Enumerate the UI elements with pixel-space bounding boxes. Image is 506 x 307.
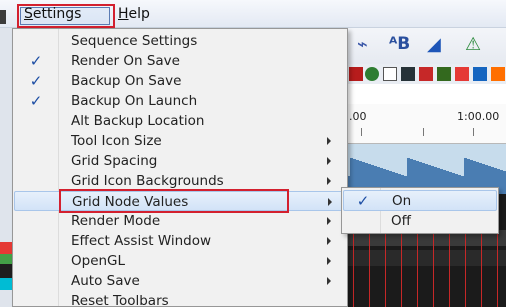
submenu-arrow-icon (327, 157, 331, 165)
submenu-arrow-icon (327, 277, 331, 285)
ruler-tick (473, 128, 474, 136)
menu-item-label: Tool Icon Size (71, 133, 162, 149)
toolbar: ⌁ ᴬB ◢ ⚠ (347, 28, 506, 64)
flow-icon[interactable]: ⌁ (357, 34, 368, 55)
help-rest: elp (128, 6, 150, 22)
checkmark-icon: ✓ (29, 52, 43, 70)
menu-item-label: Auto Save (71, 273, 140, 289)
checkmark-icon: ✓ (29, 72, 43, 90)
menu-item-auto-save[interactable]: Auto Save (14, 271, 346, 291)
effect-icon[interactable] (401, 67, 415, 81)
menu-help[interactable]: Help (118, 6, 150, 22)
effect-icon[interactable] (349, 67, 363, 81)
menu-item-grid-icon-backgrounds[interactable]: Grid Icon Backgrounds (14, 171, 346, 191)
checkmark-icon: ✓ (356, 192, 370, 210)
grid-node-values-callout-box (59, 189, 289, 213)
menu-item-grid-spacing[interactable]: Grid Spacing (14, 151, 346, 171)
menu-bar: Settings Help (0, 0, 506, 28)
ruler-tick (361, 128, 362, 136)
menu-item-label: Alt Backup Location (71, 113, 205, 129)
menu-item-label: Sequence Settings (71, 33, 198, 49)
menu-item-label: Reset Toolbars (71, 293, 169, 307)
menu-item-label: Backup On Launch (71, 93, 198, 109)
menu-item-reset-toolbars[interactable]: Reset Toolbars (14, 291, 346, 307)
submenu-item-on[interactable]: ✓ On (343, 190, 497, 211)
submenu-item-label: On (392, 193, 412, 209)
grid-line (433, 234, 434, 307)
menu-item-backup-on-save[interactable]: ✓ Backup On Save (14, 71, 346, 91)
settings-callout-box (17, 4, 115, 28)
menu-item-effect-assist-window[interactable]: Effect Assist Window (14, 231, 346, 251)
grid-line (369, 234, 370, 307)
grid-line (401, 234, 402, 307)
menu-item-tool-icon-size[interactable]: Tool Icon Size (14, 131, 346, 151)
ruler-tick (423, 128, 424, 136)
effects-toolbar (347, 64, 506, 84)
submenu-arrow-icon (327, 257, 331, 265)
menu-item-label: OpenGL (71, 253, 126, 269)
checkmark-icon: ✓ (29, 92, 43, 110)
settings-dropdown-menu: Sequence Settings ✓ Render On Save ✓ Backup … (12, 28, 348, 307)
menu-item-backup-on-launch[interactable]: ✓ Backup On Launch (14, 91, 346, 111)
grid-line (465, 234, 466, 307)
window-edge (0, 10, 6, 24)
effect-icon[interactable] (419, 67, 433, 81)
submenu-arrow-icon (328, 198, 332, 206)
grid-line (481, 234, 482, 307)
menu-item-label: Render On Save (71, 53, 180, 69)
menu-item-label: Backup On Save (71, 73, 182, 89)
submenu-arrow-icon (327, 217, 331, 225)
grid-line (449, 234, 450, 307)
effect-icon[interactable] (365, 67, 379, 81)
submenu-arrow-icon (327, 237, 331, 245)
menu-item-alt-backup-location[interactable]: Alt Backup Location (14, 111, 346, 131)
timeline-ruler[interactable]: .00 1:00.00 (347, 104, 506, 144)
tree-icon[interactable]: ⚠ (465, 34, 481, 55)
help-mnemonic: H (118, 6, 129, 22)
menu-item-label: Grid Spacing (71, 153, 158, 169)
submenu-item-label: Off (391, 213, 411, 229)
effect-icon[interactable] (455, 67, 469, 81)
submenu-arrow-icon (327, 137, 331, 145)
grid-line (353, 234, 354, 307)
menu-item-label: Effect Assist Window (71, 233, 212, 249)
submenu-arrow-icon (327, 177, 331, 185)
menu-item-render-on-save[interactable]: ✓ Render On Save (14, 51, 346, 71)
ruler-tick-label: .00 (349, 110, 367, 123)
effect-icon[interactable] (383, 67, 397, 81)
grid-line (417, 234, 418, 307)
menu-item-label: Render Mode (71, 213, 161, 229)
menu-item-render-mode[interactable]: Render Mode (14, 211, 346, 231)
grid-line (497, 234, 498, 307)
grid-line (385, 234, 386, 307)
effect-icon[interactable] (437, 67, 451, 81)
grid-row (347, 250, 506, 266)
menu-item-sequence-settings[interactable]: Sequence Settings (14, 31, 346, 51)
submenu-item-off[interactable]: Off (343, 211, 497, 232)
ruler-tick-label: 1:00.00 (457, 110, 500, 123)
grid-node-values-submenu: ✓ On Off (341, 187, 499, 234)
text-effect-icon[interactable]: ᴬB (389, 34, 410, 54)
menu-item-opengl[interactable]: OpenGL (14, 251, 346, 271)
effect-icon[interactable] (491, 67, 505, 81)
brush-icon[interactable]: ◢ (427, 34, 441, 55)
effect-icon[interactable] (473, 67, 487, 81)
menu-item-label: Grid Icon Backgrounds (71, 173, 224, 189)
